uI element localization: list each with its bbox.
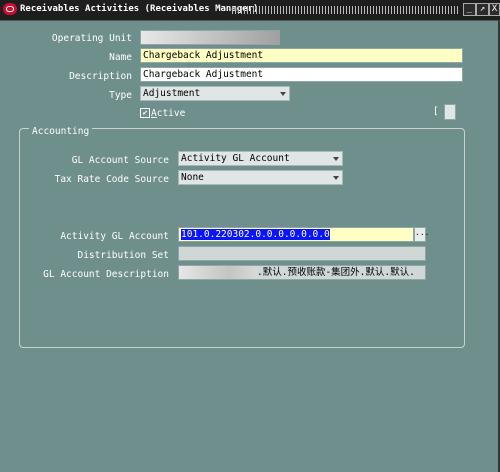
distribution-set-label: Distribution Set [77,250,169,261]
maximize-button[interactable]: ↗ [476,3,489,16]
context-bracket: [ [433,106,439,117]
operating-unit-label: Operating Unit [51,33,132,44]
gl-account-source-value: Activity GL Account [181,153,290,164]
minimize-button[interactable]: _ [463,3,476,16]
type-label: Type [109,90,132,101]
name-label: Name [109,52,132,63]
name-field[interactable]: Chargeback Adjustment [140,48,463,63]
chevron-down-icon [333,176,339,180]
title-bar[interactable]: Receivables Activities (Receivables Mana… [0,0,500,21]
description-field[interactable]: Chargeback Adjustment [140,67,463,82]
gl-account-description-label: GL Account Description [43,269,169,280]
type-select[interactable]: Adjustment [140,86,290,101]
active-checkbox[interactable]: ✔ [140,108,150,118]
activity-gl-account-label: Activity GL Account [60,231,169,242]
chevron-down-icon [280,92,286,96]
accounting-group-title: Accounting [29,126,93,137]
type-select-value: Adjustment [143,88,201,99]
gl-account-source-label: GL Account Source [71,155,169,166]
activity-gl-account-value: 101.0.220302.0.0.0.0.0.0.0 [181,229,330,240]
gl-account-source-select[interactable]: Activity GL Account [178,151,343,166]
operating-unit-field[interactable] [140,30,280,45]
title-bar-grip [232,6,458,14]
distribution-set-field[interactable] [178,246,426,261]
receivables-activities-window: Receivables Activities (Receivables Mana… [0,0,500,472]
list-of-values-button[interactable]: ... [414,227,429,242]
close-button[interactable]: X [489,3,500,16]
context-field[interactable] [444,104,456,120]
chevron-down-icon [333,157,339,161]
window-title: Receivables Activities (Receivables Mana… [20,4,259,14]
activity-gl-account-field[interactable]: 101.0.220302.0.0.0.0.0.0.0 [178,227,414,242]
tax-rate-code-source-value: None [181,172,204,183]
gl-account-description-value: .默认.预收账款-集团外.默认.默认. [257,267,415,278]
tax-rate-code-source-select[interactable]: None [178,170,343,185]
gl-account-description-field[interactable]: .默认.预收账款-集团外.默认.默认. [178,265,426,280]
oracle-app-icon [3,3,17,15]
description-label: Description [69,71,132,82]
active-label: Active [151,108,186,119]
tax-rate-code-source-label: Tax Rate Code Source [54,174,169,185]
